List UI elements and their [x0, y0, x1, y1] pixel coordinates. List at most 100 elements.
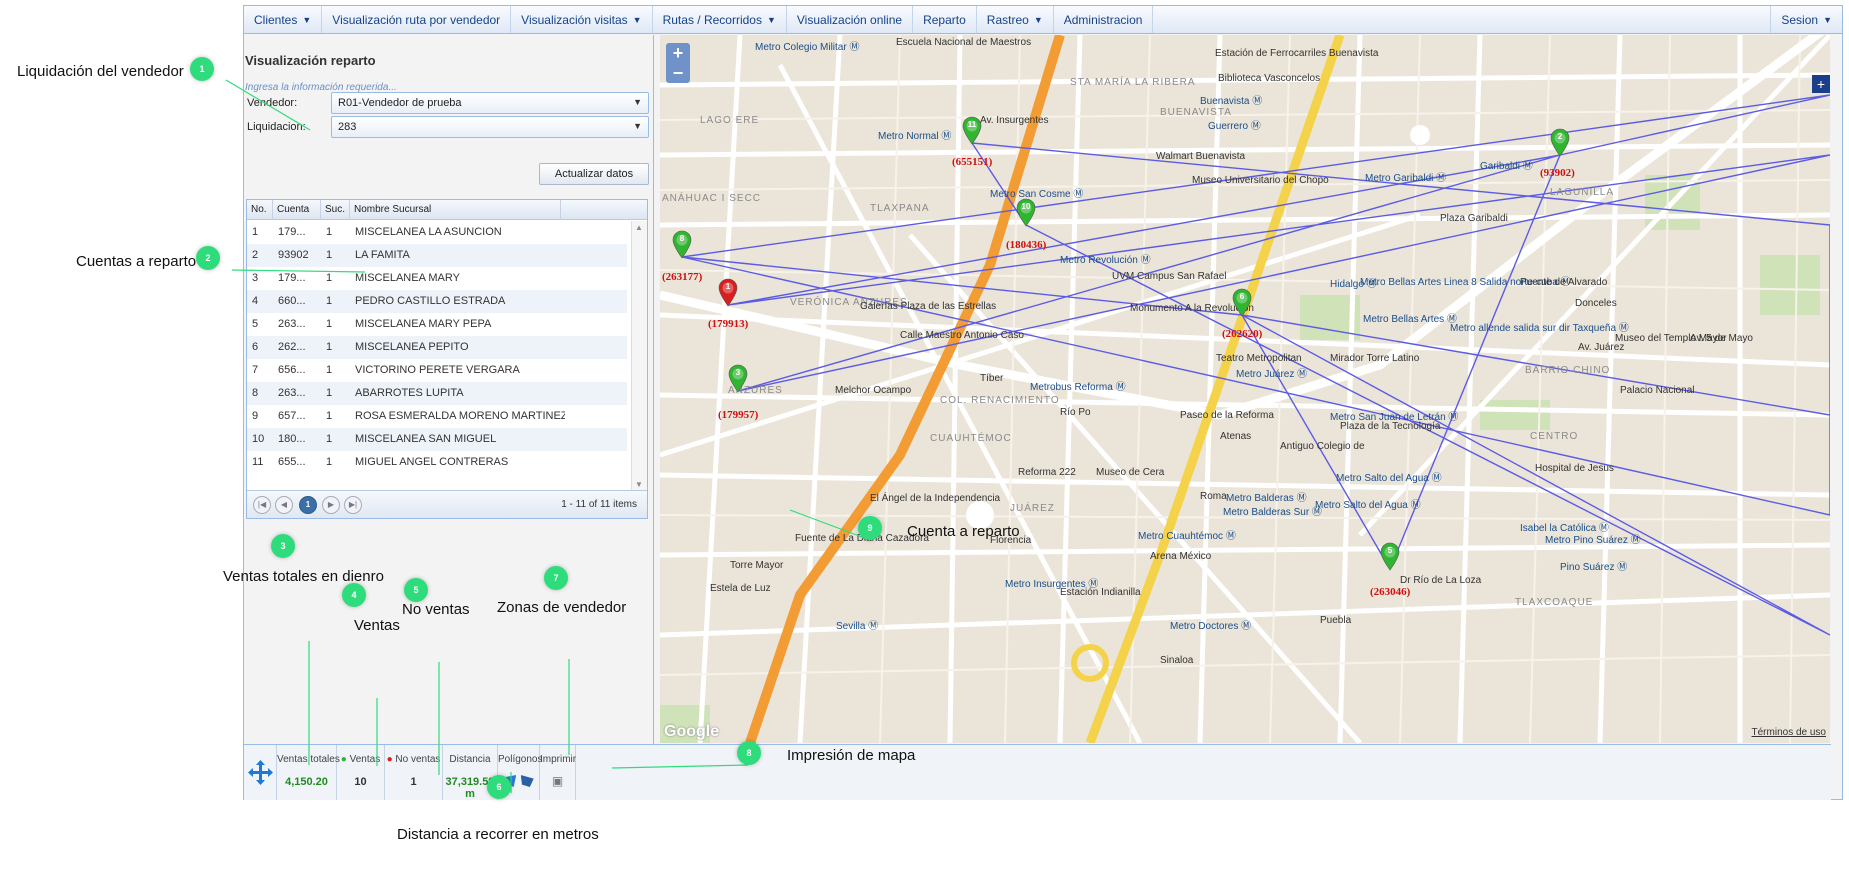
- map-expand-icon[interactable]: +: [1812, 75, 1830, 93]
- zoom-in-icon[interactable]: +: [666, 43, 690, 63]
- map-place-label: Arena México: [1150, 551, 1212, 562]
- table-row[interactable]: 4 660... 1 PEDRO CASTILLO ESTRADA: [247, 290, 627, 313]
- printer-icon[interactable]: ▣: [540, 774, 575, 788]
- red-pin-icon: ●: [386, 754, 393, 765]
- annotation-number-badge: 4: [342, 583, 366, 607]
- map-place-label: Metro Pino Suárez Ⓜ: [1545, 535, 1641, 546]
- column-header-suc[interactable]: Suc.: [321, 200, 350, 220]
- map-view[interactable]: Metro Colegio Militar Ⓜ Escuela Nacional …: [660, 35, 1830, 743]
- map-marker-pin[interactable]: 11: [961, 115, 983, 145]
- pan-icon[interactable]: [244, 745, 277, 800]
- table-row[interactable]: 3 179... 1 MISCELANEA MARY: [247, 267, 627, 290]
- table-row[interactable]: 9 657... 1 ROSA ESMERALDA MORENO MARTINEZ: [247, 405, 627, 428]
- map-place-label: Metro Colegio Militar Ⓜ: [755, 42, 860, 53]
- marker-number: 8: [679, 234, 685, 243]
- main-menubar: Clientes ▼ Visualización ruta por vendedo…: [244, 6, 1842, 34]
- cell-nombre: ROSA ESMERALDA MORENO MARTINEZ: [355, 410, 565, 422]
- table-row[interactable]: 1 179... 1 MISCELANEA LA ASUNCION: [247, 221, 627, 244]
- metro-icon: Ⓜ: [1248, 121, 1261, 132]
- map-place-label: Museo Universitario del Chopo: [1192, 175, 1329, 186]
- table-row[interactable]: 10 180... 1 MISCELANEA SAN MIGUEL: [247, 428, 627, 451]
- map-marker-pin[interactable]: 10: [1015, 197, 1037, 227]
- update-data-button[interactable]: Actualizar datos: [539, 163, 649, 185]
- app-window: Clientes ▼ Visualización ruta por vendedo…: [243, 5, 1843, 800]
- menu-reparto[interactable]: Reparto: [913, 6, 977, 33]
- current-page-button[interactable]: 1: [299, 496, 317, 514]
- table-row[interactable]: 2 93902 1 LA FAMITA: [247, 244, 627, 267]
- terms-link[interactable]: Términos de uso: [1752, 727, 1826, 738]
- map-place-label: Escuela Nacional de Maestros: [896, 37, 1032, 48]
- column-header-nombre[interactable]: Nombre Sucursal: [350, 200, 561, 220]
- map-place-label: Av. Insurgentes: [980, 115, 1049, 126]
- menu-visualizacion-visitas[interactable]: Visualización visitas ▼: [511, 6, 653, 33]
- map-place-label: Puebla: [1320, 615, 1352, 626]
- map-place-label: Galerías Plaza de las Estrellas: [860, 301, 997, 312]
- cell-nombre: MISCELANEA LA ASUNCION: [355, 226, 502, 238]
- ventas-label: Ventas: [349, 754, 381, 765]
- cell-suc: 1: [326, 387, 333, 399]
- cell-suc: 1: [326, 341, 333, 353]
- annotation-text: Liquidación del vendedor: [17, 63, 184, 80]
- menu-visualizacion-online[interactable]: Visualización online: [787, 6, 914, 33]
- scroll-down-icon[interactable]: ▼: [635, 480, 643, 489]
- metro-icon: Ⓜ: [1249, 96, 1263, 107]
- menu-rutas-recorridos[interactable]: Rutas / Recorridos ▼: [653, 6, 787, 33]
- annotation-number-badge: 7: [544, 566, 568, 590]
- cell-nombre: MIGUEL ANGEL CONTRERAS: [355, 456, 509, 468]
- column-header-cuenta[interactable]: Cuenta: [273, 200, 321, 220]
- liquidacion-select[interactable]: 283 ▼: [331, 116, 649, 138]
- zoom-out-icon[interactable]: −: [666, 63, 690, 83]
- table-row[interactable]: 8 263... 1 ABARROTES LUPITA: [247, 382, 627, 405]
- cell-suc: 1: [326, 318, 333, 330]
- ventas-totales-label: Ventas totales: [277, 754, 340, 765]
- google-logo: Google: [664, 723, 720, 740]
- menu-visualizacion-ruta[interactable]: Visualización ruta por vendedor: [322, 6, 512, 33]
- ventas-cell: ● Ventas 10: [337, 745, 385, 800]
- grid-scrollbar[interactable]: ▲ ▼: [631, 221, 647, 491]
- metro-icon: Ⓜ: [865, 621, 879, 632]
- table-row[interactable]: 11 655... 1 MIGUEL ANGEL CONTRERAS: [247, 451, 627, 474]
- map-place-label: Calle Maestro Antonio Caso: [900, 330, 1024, 341]
- polygon-edit-icon[interactable]: [520, 775, 534, 787]
- map-marker-pin[interactable]: 1: [717, 277, 739, 307]
- next-page-icon[interactable]: ▶: [322, 496, 340, 514]
- map-place-label: ANÁHUAC I SECC: [662, 193, 762, 204]
- map-marker-pin[interactable]: 2: [1549, 127, 1571, 157]
- map-place-label: Metro Balderas Sur Ⓜ: [1223, 507, 1322, 518]
- column-header-no[interactable]: No.: [247, 200, 273, 220]
- map-place-label: Biblioteca Vasconcelos: [1218, 73, 1321, 84]
- map-marker-pin[interactable]: 8: [671, 229, 693, 259]
- map-marker-pin[interactable]: 3: [727, 363, 749, 393]
- vendedor-select[interactable]: R01-Vendedor de prueba ▼: [331, 92, 649, 114]
- table-row[interactable]: 6 262... 1 MISCELANEA PEPITO: [247, 336, 627, 359]
- chevron-down-icon: ▼: [632, 14, 642, 25]
- metro-icon: Ⓜ: [1433, 173, 1447, 184]
- cell-cuenta: 179...: [278, 226, 306, 238]
- liquidacion-value: 283: [338, 121, 357, 133]
- menu-administracion[interactable]: Administracion: [1054, 6, 1154, 33]
- map-place-label: Estela de Luz: [710, 583, 771, 594]
- table-row[interactable]: 5 263... 1 MISCELANEA MARY PEPA: [247, 313, 627, 336]
- grid-pager: |◀ ◀ 1 ▶ ▶| 1 - 11 of 11 items: [247, 490, 647, 518]
- last-page-icon[interactable]: ▶|: [344, 496, 362, 514]
- metro-icon: Ⓜ: [1428, 473, 1442, 484]
- map-place-label: Paseo de la Reforma: [1180, 410, 1274, 421]
- scroll-up-icon[interactable]: ▲: [635, 223, 643, 232]
- liquidacion-label: Liquidacion:: [247, 121, 306, 133]
- annotation-text: Distancia a recorrer en metros: [397, 826, 599, 843]
- menu-clientes[interactable]: Clientes ▼: [244, 6, 323, 33]
- metro-icon: Ⓜ: [846, 42, 860, 53]
- map-marker-pin[interactable]: 6: [1231, 287, 1253, 317]
- map-place-label: Garibaldi Ⓜ: [1480, 161, 1533, 172]
- menu-rastreo[interactable]: Rastreo ▼: [977, 6, 1054, 33]
- chevron-down-icon: ▼: [766, 14, 776, 25]
- table-row[interactable]: 7 656... 1 VICTORINO PERETE VERGARA: [247, 359, 627, 382]
- menu-sesion[interactable]: Sesion ▼: [1770, 6, 1842, 33]
- cell-nombre: MISCELANEA PEPITO: [355, 341, 469, 353]
- map-marker-pin[interactable]: 5: [1379, 541, 1401, 571]
- pager-info: 1 - 11 of 11 items: [561, 499, 637, 510]
- map-place-label: Teatro Metropolitan: [1216, 353, 1302, 364]
- prev-page-icon[interactable]: ◀: [275, 496, 293, 514]
- first-page-icon[interactable]: |◀: [253, 496, 271, 514]
- vendedor-label: Vendedor:: [247, 97, 298, 109]
